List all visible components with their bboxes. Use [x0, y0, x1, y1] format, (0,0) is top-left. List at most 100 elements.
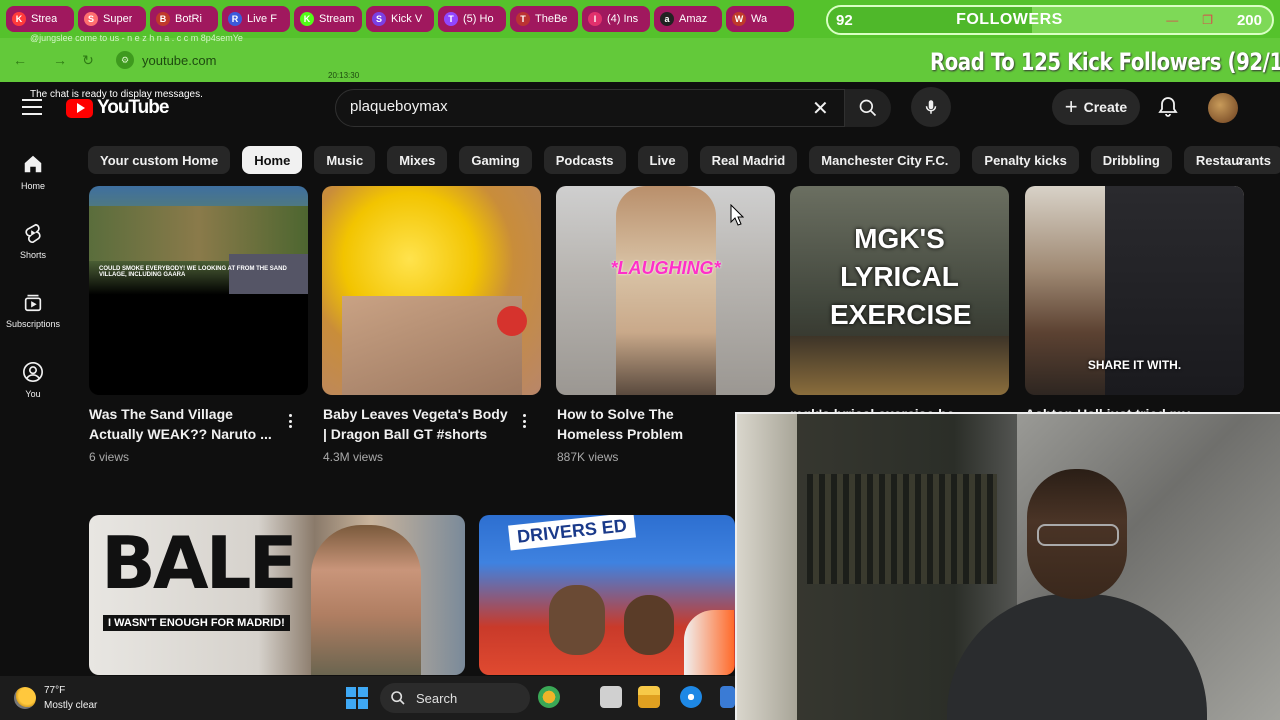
tab-title: Kick V [391, 13, 423, 25]
filter-chip[interactable]: Live [637, 146, 688, 174]
browser-tab[interactable]: S Kick V [366, 6, 434, 32]
browser-tab[interactable]: T TheBe [510, 6, 578, 32]
tab-favicon-icon: S [84, 12, 98, 26]
browser-tab[interactable]: W Wa [726, 6, 794, 32]
weather-condition: Mostly clear [44, 700, 98, 711]
notifications-bell-icon[interactable] [1156, 95, 1180, 119]
webcam-pillar [737, 414, 797, 720]
back-icon[interactable]: ← [10, 50, 30, 70]
follower-count: 92 [836, 11, 853, 29]
filter-chip[interactable]: Mixes [387, 146, 448, 174]
short-thumbnail[interactable]: MGK'S LYRICAL EXERCISE [790, 186, 1009, 395]
short-thumbnail[interactable]: COULD SMOKE EVERYBODY! WE LOOKING AT FRO… [89, 186, 308, 395]
browser-tab[interactable]: a Amaz [654, 6, 722, 32]
thumbnail-subtitle: I WASN'T ENOUGH FOR MADRID! [103, 615, 290, 631]
url-field[interactable]: ⚙ youtube.com [116, 48, 216, 72]
account-avatar[interactable] [1208, 93, 1238, 123]
overlay-clock: 20:13:30 [328, 71, 360, 80]
tab-title: Stream [319, 13, 355, 25]
traffic-cone [684, 610, 734, 675]
create-button[interactable]: + Create [1052, 89, 1140, 125]
search-icon [391, 691, 405, 705]
tab-title: Live F [247, 13, 277, 25]
rail-item-home[interactable]: Home [0, 153, 66, 191]
filter-chip[interactable]: Home [242, 146, 303, 174]
browser-tab[interactable]: R Live F [222, 6, 290, 32]
browser-tab[interactable]: I (4) Ins [582, 6, 650, 32]
filter-chip[interactable]: Music [314, 146, 376, 174]
follower-goal: 200 [1236, 11, 1262, 29]
short-title[interactable]: Baby Leaves Vegeta's Body | Dragon Ball … [323, 404, 508, 444]
youtube-logo[interactable]: YouTube [66, 97, 169, 119]
filter-chip[interactable]: Dribbling [1090, 146, 1172, 174]
filter-chip[interactable]: Penalty kicks [972, 146, 1079, 174]
menu-icon[interactable] [22, 99, 42, 115]
rail-item-you[interactable]: You [0, 361, 66, 399]
short-title[interactable]: How to Solve The Homeless Problem [557, 404, 683, 444]
file-explorer-icon[interactable] [638, 686, 660, 708]
more-options-icon[interactable] [282, 412, 298, 430]
plus-icon: + [1064, 94, 1078, 119]
tab-title: TheBe [535, 13, 568, 25]
short-title-line: Was The Sand Village [89, 406, 233, 422]
cursor-icon [730, 204, 744, 226]
clear-search-icon[interactable]: ✕ [812, 96, 829, 121]
weather-widget[interactable]: 77°F Mostly clear [14, 683, 97, 713]
browser-tab[interactable]: T (5) Ho [438, 6, 506, 32]
filter-chip[interactable]: Manchester City F.C. [809, 146, 961, 174]
weather-temp: 77°F [44, 685, 66, 696]
voice-search-button[interactable] [911, 87, 951, 127]
glasses-icon [1037, 524, 1119, 546]
video-thumbnail[interactable]: DRIVERS ED [479, 515, 735, 675]
site-info-icon[interactable]: ⚙ [116, 51, 134, 69]
short-views: 6 views [89, 450, 130, 464]
screen: K Strea S Super B BotRi R Live F K Stream S Kick V T… [0, 0, 1280, 720]
taskbar-search-label: Search [416, 690, 458, 706]
rail-label-home: Home [20, 181, 45, 191]
window-controls: — ❐ 200 [1166, 12, 1262, 29]
taskbar-search[interactable]: Search [380, 683, 530, 713]
chip-scroll-next-icon[interactable]: › [1226, 146, 1254, 174]
tab-favicon-icon: T [516, 12, 530, 26]
tab-favicon-icon: W [732, 12, 746, 26]
url-text: youtube.com [142, 52, 217, 68]
search-button[interactable] [845, 89, 891, 127]
tab-favicon-icon: S [372, 12, 386, 26]
filter-chip[interactable]: Podcasts [543, 146, 626, 174]
rail-item-shorts[interactable]: Shorts [0, 222, 66, 260]
windows-start-icon[interactable] [346, 687, 368, 709]
tab-title: Strea [31, 13, 58, 25]
shorts-icon [25, 223, 41, 243]
video-thumbnail[interactable]: BALE I WASN'T ENOUGH FOR MADRID! [89, 515, 465, 675]
widgets-icon[interactable] [538, 686, 560, 708]
minimize-icon[interactable]: — [1166, 13, 1178, 27]
filter-chip[interactable]: Gaming [459, 146, 532, 174]
short-title-line: How to Solve The [557, 406, 674, 422]
create-label: Create [1083, 99, 1128, 115]
store-icon[interactable] [720, 686, 735, 708]
task-view-icon[interactable] [600, 686, 622, 708]
thumbnail-person [311, 525, 421, 675]
short-thumbnail[interactable] [322, 186, 541, 395]
filter-chip[interactable]: Your custom Home [88, 146, 231, 174]
forward-icon[interactable]: → [50, 50, 70, 70]
short-image [616, 186, 716, 395]
reload-icon[interactable]: ↻ [78, 50, 98, 70]
weather-icon [14, 687, 36, 709]
rail-item-subscriptions[interactable]: Subscriptions [0, 291, 66, 329]
browser-tab[interactable]: B BotRi [150, 6, 218, 32]
browser-tab[interactable]: S Super [78, 6, 146, 32]
short-title[interactable]: Was The Sand Village Actually WEAK?? Nar… [89, 404, 272, 444]
short-thumbnail[interactable]: SHARE IT WITH. [1025, 186, 1244, 395]
restore-icon[interactable]: ❐ [1202, 13, 1213, 27]
short-caption: SHARE IT WITH. [1087, 358, 1182, 372]
browser-tab[interactable]: K Stream [294, 6, 362, 32]
more-options-icon[interactable] [516, 412, 532, 430]
filter-chip[interactable]: Real Madrid [699, 146, 798, 174]
help-icon[interactable] [680, 686, 702, 708]
tab-title: BotRi [175, 13, 202, 25]
streamer-webcam [735, 412, 1280, 720]
short-title-line: Baby Leaves Vegeta's Body [323, 406, 508, 422]
browser-tab[interactable]: K Strea [6, 6, 74, 32]
you-icon [23, 362, 43, 382]
